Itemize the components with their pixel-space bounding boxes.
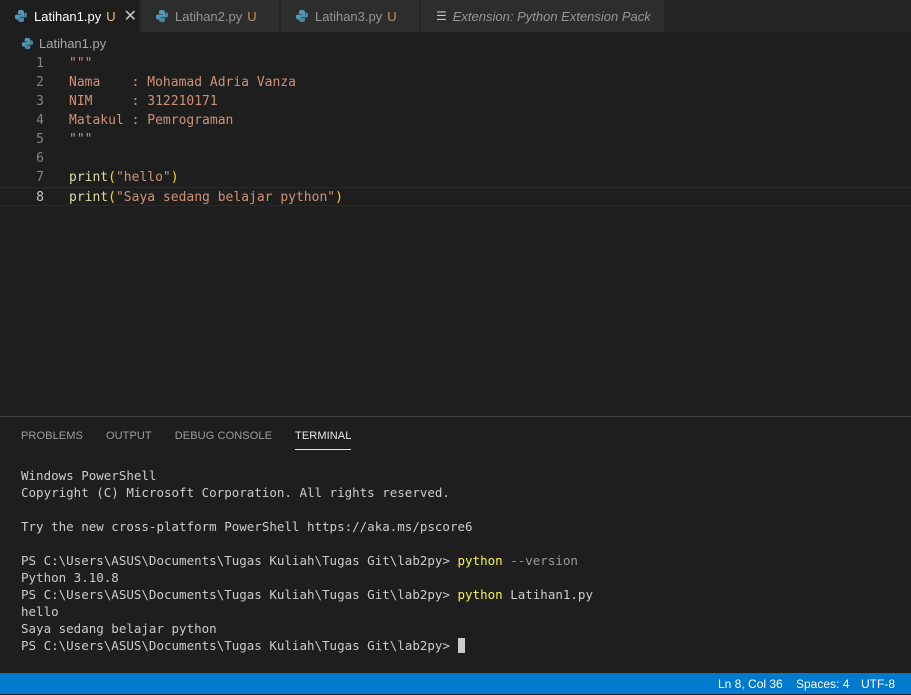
terminal-output[interactable]: Windows PowerShell Copyright (C) Microso…: [21, 467, 901, 654]
function-token: print: [69, 190, 109, 205]
line-number: 3: [36, 94, 44, 109]
code-line-current[interactable]: 8 print("Saya sedang belajar python"): [0, 187, 911, 206]
python-file-icon: [15, 10, 27, 22]
string-token: "hello": [115, 170, 171, 185]
terminal-line: Windows PowerShell: [21, 468, 157, 483]
command-arg: --version: [510, 553, 578, 568]
breadcrumb-file[interactable]: Latihan1.py: [39, 36, 106, 51]
terminal-line: Python 3.10.8: [21, 570, 119, 585]
tab-terminal[interactable]: TERMINAL: [295, 417, 352, 450]
line-number: 8: [36, 190, 44, 205]
terminal-line-empty: [21, 501, 901, 518]
preview-lines-icon: ☰: [436, 9, 447, 23]
line-number: 7: [36, 170, 44, 185]
untracked-badge: U: [106, 8, 116, 24]
terminal-line: Try the new cross-platform PowerShell ht…: [21, 519, 473, 534]
code-line[interactable]: 3 NIM : 312210171: [0, 92, 911, 111]
code-line[interactable]: 4 Matakul : Pemrograman: [0, 111, 911, 130]
terminal-command-line: PS C:\Users\ASUS\Documents\Tugas Kuliah\…: [21, 586, 901, 603]
command: python: [457, 587, 503, 602]
tab-label: Extension: Python Extension Pack: [452, 8, 651, 24]
python-file-icon: [21, 37, 34, 49]
code-editor[interactable]: 1 """ 2 Nama : Mohamad Adria Vanza 3 NIM…: [0, 54, 911, 416]
line-code: Matakul : Pemrograman: [69, 113, 234, 128]
python-file-icon: [296, 10, 308, 22]
line-number: 4: [36, 113, 44, 128]
code-line[interactable]: 6: [0, 149, 911, 168]
line-code: Nama : Mohamad Adria Vanza: [69, 75, 296, 90]
code-line[interactable]: 1 """: [0, 54, 911, 73]
function-token: print: [69, 170, 109, 185]
terminal-prompt-line[interactable]: PS C:\Users\ASUS\Documents\Tugas Kuliah\…: [21, 637, 901, 654]
code-line[interactable]: 5 """: [0, 130, 911, 149]
line-code: """: [69, 56, 93, 71]
python-file-icon: [156, 10, 168, 22]
terminal-cursor: [457, 638, 465, 653]
line-code: print("hello"): [69, 170, 179, 185]
line-number: 1: [36, 56, 44, 71]
tab-output[interactable]: OUTPUT: [106, 417, 152, 453]
terminal-command-line: PS C:\Users\ASUS\Documents\Tugas Kuliah\…: [21, 552, 901, 569]
tab-latihan2[interactable]: Latihan2.py U: [141, 0, 280, 32]
cursor-position[interactable]: Ln 8, Col 36: [718, 673, 783, 694]
bottom-panel: PROBLEMS OUTPUT DEBUG CONSOLE TERMINAL W…: [0, 416, 911, 673]
prompt: PS C:\Users\ASUS\Documents\Tugas Kuliah\…: [21, 638, 458, 653]
untracked-badge: U: [247, 8, 257, 24]
terminal-line: Copyright (C) Microsoft Corporation. All…: [21, 485, 450, 500]
editor-tab-bar: Latihan1.py U ✕ Latihan2.py U Latihan3.p…: [0, 0, 911, 32]
encoding[interactable]: UTF-8: [861, 673, 895, 694]
status-bar: Ln 8, Col 36 Spaces: 4 UTF-8: [0, 673, 911, 694]
prompt: PS C:\Users\ASUS\Documents\Tugas Kuliah\…: [21, 587, 458, 602]
indentation[interactable]: Spaces: 4: [796, 673, 849, 694]
line-number: 5: [36, 132, 44, 147]
line-number: 2: [36, 75, 44, 90]
terminal-line-empty: [21, 535, 901, 552]
tab-problems[interactable]: PROBLEMS: [21, 417, 83, 453]
tab-latihan1[interactable]: Latihan1.py U ✕: [0, 0, 140, 32]
code-line[interactable]: 7 print("hello"): [0, 168, 911, 187]
tab-extension-python-pack[interactable]: ☰ Extension: Python Extension Pack: [421, 0, 665, 32]
line-code: """: [69, 132, 93, 147]
line-code: print("Saya sedang belajar python"): [69, 190, 343, 205]
command-arg: Latihan1.py: [510, 587, 593, 602]
tab-label: Latihan1.py: [34, 8, 102, 24]
code-line[interactable]: 2 Nama : Mohamad Adria Vanza: [0, 73, 911, 92]
line-code: NIM : 312210171: [69, 94, 218, 109]
prompt: PS C:\Users\ASUS\Documents\Tugas Kuliah\…: [21, 553, 458, 568]
command: python: [457, 553, 503, 568]
breadcrumb: Latihan1.py: [0, 32, 911, 54]
terminal-line: hello: [21, 604, 59, 619]
line-number: 6: [36, 151, 44, 166]
tab-debug-console[interactable]: DEBUG CONSOLE: [175, 417, 272, 453]
string-token: "Saya sedang belajar python": [115, 190, 336, 205]
close-icon[interactable]: ✕: [124, 6, 137, 26]
untracked-badge: U: [387, 8, 397, 24]
tab-label: Latihan3.py: [315, 8, 383, 24]
terminal-line: Saya sedang belajar python: [21, 621, 217, 636]
tab-label: Latihan2.py: [175, 8, 243, 24]
panel-tabs: PROBLEMS OUTPUT DEBUG CONSOLE TERMINAL: [0, 417, 352, 453]
tab-latihan3[interactable]: Latihan3.py U: [281, 0, 420, 32]
